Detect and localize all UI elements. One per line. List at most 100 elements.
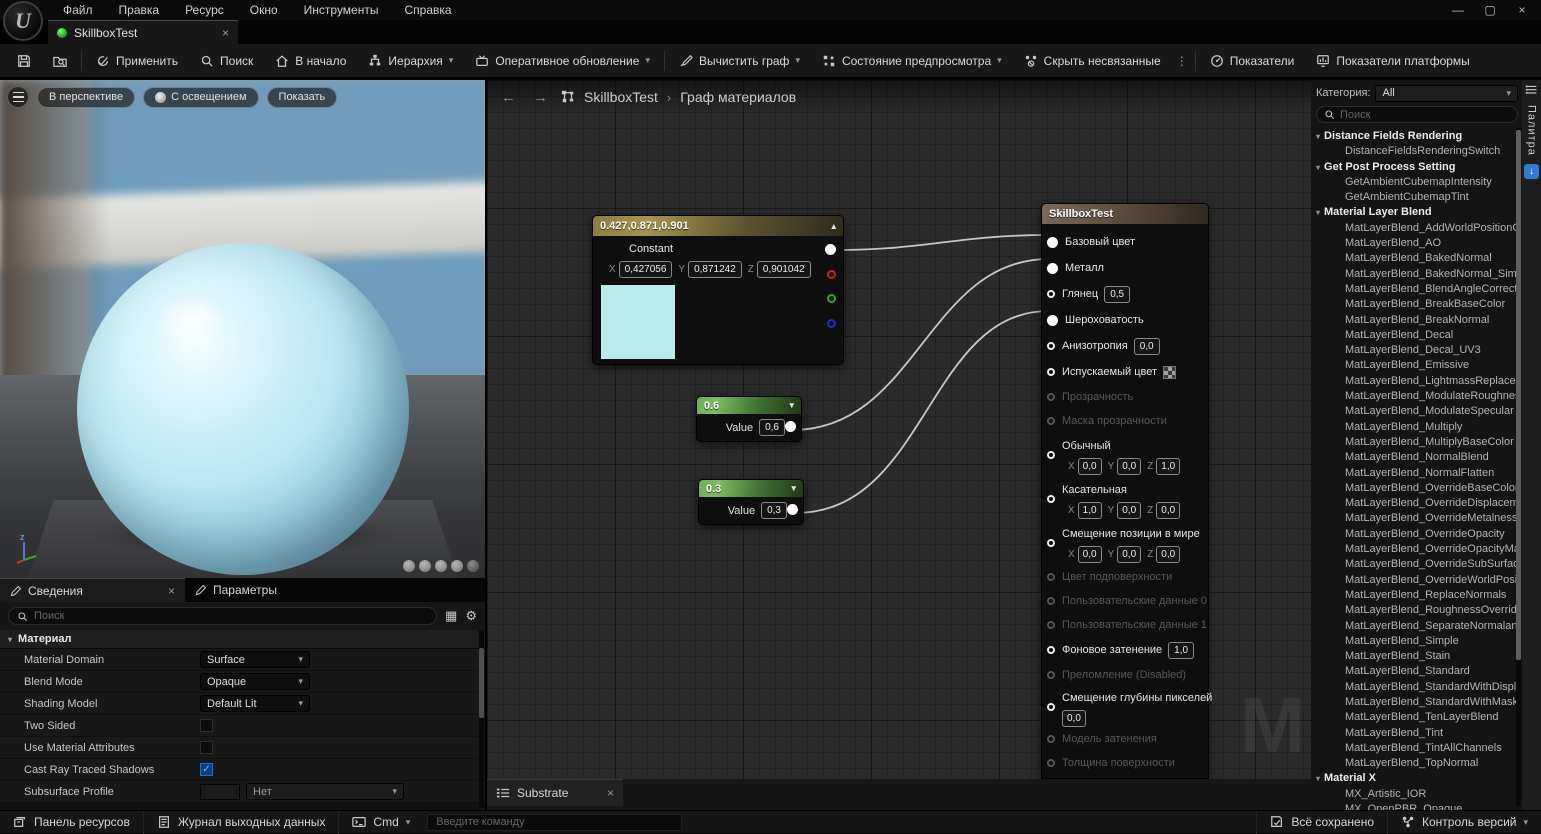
find-button[interactable]: Поиск [189, 44, 264, 77]
vector-component-field[interactable]: 0,0 [1156, 502, 1180, 519]
pin-icon[interactable] [1047, 315, 1058, 326]
material-preview-viewport[interactable]: В перспективе С освещением Показать z [0, 80, 485, 578]
pin-value-field[interactable]: 0,0 [1062, 710, 1086, 727]
vector-component-field[interactable]: 0,0 [1117, 546, 1141, 563]
checker-swatch[interactable] [1163, 366, 1176, 379]
menu-item[interactable]: Справка [391, 1, 464, 19]
details-close-icon[interactable]: × [168, 584, 175, 598]
details-search-input[interactable]: Поиск [8, 607, 437, 625]
material-input-row[interactable]: Смещение позиции в миреX0,0Y0,0Z0,0 [1042, 521, 1208, 565]
revision-control-button[interactable]: Контроль версий▾ [1387, 811, 1541, 834]
palette-section-header[interactable]: ▾Material Layer Blend [1316, 205, 1518, 220]
live-update-button[interactable]: Оперативное обновление▾ [464, 44, 661, 77]
pin-icon[interactable] [1047, 342, 1055, 350]
show-button[interactable]: Показать [267, 87, 338, 108]
palette-item[interactable]: MatLayerBlend_Stain [1316, 649, 1518, 664]
pin-icon[interactable] [1047, 703, 1055, 711]
preview-state-button[interactable]: Состояние предпросмотра▾ [811, 44, 1013, 77]
value-field[interactable]: 0,6 [759, 419, 785, 436]
nav-back-button[interactable]: ← [497, 89, 520, 106]
palette-item[interactable]: MatLayerBlend_StandardWithMaskE [1316, 695, 1518, 710]
palette-item[interactable]: MatLayerBlend_Standard [1316, 664, 1518, 679]
menu-item[interactable]: Файл [50, 1, 106, 19]
vector-component-field[interactable]: 0,0 [1078, 546, 1102, 563]
close-button[interactable]: × [1507, 0, 1537, 19]
cube-mesh-button[interactable] [451, 560, 463, 572]
palette-item[interactable]: MatLayerBlend_OverrideWorldPositi [1316, 573, 1518, 588]
save-button[interactable] [6, 44, 42, 77]
material-input-row[interactable]: Шероховатость [1042, 307, 1208, 333]
palette-item[interactable]: MX_OpenPBR_Opaque [1316, 802, 1518, 810]
cylinder-mesh-button[interactable] [403, 560, 415, 572]
palette-item[interactable]: MatLayerBlend_BakedNormal [1316, 251, 1518, 266]
stats-button[interactable]: Показатели [1199, 44, 1306, 77]
pin-icon[interactable] [1047, 237, 1058, 248]
palette-item[interactable]: MatLayerBlend_OverrideMetalness [1316, 511, 1518, 526]
vector-component-field[interactable]: 0,427056 [619, 261, 673, 278]
palette-item[interactable]: MatLayerBlend_OverrideOpacity [1316, 527, 1518, 542]
palette-item[interactable]: MatLayerBlend_Simple [1316, 634, 1518, 649]
all-saved-button[interactable]: Всё сохранено [1256, 811, 1387, 834]
viewport-menu-button[interactable] [7, 86, 29, 108]
palette-item[interactable]: MatLayerBlend_BreakNormal [1316, 313, 1518, 328]
pin-icon[interactable] [1047, 646, 1055, 654]
palette-item[interactable]: MatLayerBlend_SeparateNormaland [1316, 619, 1518, 634]
palette-item[interactable]: MatLayerBlend_BlendAngleCorrected [1316, 282, 1518, 297]
result-node-header[interactable]: SkillboxTest [1042, 204, 1208, 224]
material-input-row[interactable]: Глянец0,5 [1042, 281, 1208, 307]
palette-item[interactable]: MatLayerBlend_TintAllChannels [1316, 741, 1518, 756]
substrate-close-icon[interactable]: × [607, 786, 614, 800]
palette-section-header[interactable]: ▾Get Post Process Setting [1316, 160, 1518, 175]
property-dropdown[interactable]: Surface▾ [200, 651, 310, 668]
palette-item[interactable]: MatLayerBlend_TenLayerBlend [1316, 710, 1518, 725]
section-material[interactable]: ▾ Материал [0, 630, 485, 649]
palette-item[interactable]: MatLayerBlend_Emissive [1316, 358, 1518, 373]
palette-item[interactable]: MatLayerBlend_ReplaceNormals [1316, 588, 1518, 603]
palette-item[interactable]: MatLayerBlend_TopNormal [1316, 756, 1518, 771]
pin-value-field[interactable]: 1,0 [1168, 642, 1194, 659]
sphere-mesh-button[interactable] [419, 560, 431, 572]
tab-close-icon[interactable]: × [222, 26, 229, 40]
menu-item[interactable]: Правка [106, 1, 173, 19]
property-checkbox[interactable] [200, 719, 213, 732]
dock-in-layout-icon[interactable]: ↓ [1524, 164, 1539, 179]
palette-item[interactable]: MatLayerBlend_OverrideSubSurface [1316, 557, 1518, 572]
material-input-row[interactable]: КасательнаяX1,0Y0,0Z0,0 [1042, 477, 1208, 521]
settings-gear-icon[interactable]: ⚙ [465, 608, 477, 624]
hide-unrelated-button[interactable]: Скрыть несвязанные [1013, 44, 1172, 77]
material-graph-canvas[interactable]: ← → SkillboxTest › Граф материалов 0.427… [487, 80, 1311, 779]
palette-vertical-tab[interactable]: Палитра [1526, 105, 1538, 156]
console-command-input[interactable]: Введите команду [427, 814, 682, 831]
palette-item[interactable]: MatLayerBlend_OverrideOpacityMas [1316, 542, 1518, 557]
hide-unrelated-options[interactable]: ⋮ [1172, 44, 1192, 77]
collapse-icon[interactable]: ▾ [791, 483, 796, 494]
palette-item[interactable]: MatLayerBlend_BakedNormal_Simple [1316, 267, 1518, 282]
content-drawer-button[interactable]: Панель ресурсов [0, 811, 144, 834]
property-checkbox[interactable]: ✓ [200, 763, 213, 776]
vector-component-field[interactable]: 0,0 [1117, 502, 1141, 519]
scalar-node-03[interactable]: 0.3▾ Value0,3 [698, 479, 804, 525]
vector-component-field[interactable]: 0,0 [1156, 546, 1180, 563]
palette-item[interactable]: MatLayerBlend_ModulateRoughness [1316, 389, 1518, 404]
palette-search-input[interactable]: Поиск [1316, 106, 1518, 123]
constant-node-header[interactable]: 0.427,0.871,0.901 ▴ [593, 216, 843, 236]
material-input-row[interactable]: Испускаемый цвет [1042, 359, 1208, 385]
material-input-row[interactable]: Базовый цвет [1042, 229, 1208, 255]
cmd-button[interactable]: Cmd▾ [339, 811, 423, 834]
category-dropdown[interactable]: All ▾ [1375, 85, 1518, 102]
menu-item[interactable]: Инструменты [291, 1, 392, 19]
lit-mode-button[interactable]: С освещением [143, 87, 258, 108]
platform-stats-button[interactable]: Показатели платформы [1305, 44, 1480, 77]
palette-item[interactable]: MatLayerBlend_Tint [1316, 726, 1518, 741]
palette-item[interactable]: MatLayerBlend_OverrideDisplaceme [1316, 496, 1518, 511]
vector-component-field[interactable]: 1,0 [1156, 458, 1180, 475]
palette-item[interactable]: MatLayerBlend_AddWorldPositionOff [1316, 221, 1518, 236]
pin-icon[interactable] [1047, 290, 1055, 298]
vector-component-field[interactable]: 0,0 [1078, 458, 1102, 475]
palette-item[interactable]: GetAmbientCubemapTint [1316, 190, 1518, 205]
output-pin-g[interactable] [827, 294, 836, 303]
palette-item[interactable]: MatLayerBlend_NormalBlend [1316, 450, 1518, 465]
palette-item[interactable]: MatLayerBlend_Decal_UV3 [1316, 343, 1518, 358]
color-swatch[interactable] [600, 284, 676, 360]
material-input-row[interactable]: Смещение глубины пикселей0,0 [1042, 687, 1208, 727]
